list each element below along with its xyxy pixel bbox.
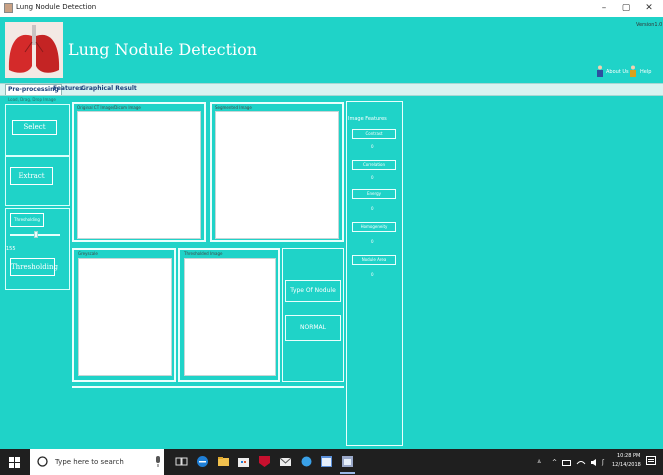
result-panel: Type Of Nodule NORMAL (282, 248, 344, 382)
thresholded-title: Thresholded Image (184, 251, 223, 256)
image-features-title: Image Features (348, 116, 387, 122)
store-icon[interactable] (237, 455, 250, 468)
battery-icon[interactable] (562, 459, 572, 467)
java-app-icon[interactable] (341, 455, 354, 468)
contrast-value: 0 (371, 144, 374, 149)
about-user-icon[interactable] (596, 65, 604, 77)
taskbar-search-input[interactable]: Type here to search (55, 458, 124, 466)
search-circle-icon (37, 456, 48, 467)
thresholded-panel: Thresholded Image (178, 248, 280, 382)
nodule-area-label: Nodule Area (352, 255, 396, 265)
greyscale-panel: Greyscale (72, 248, 176, 382)
homogeneity-value: 0 (371, 239, 374, 244)
segmented-image-view[interactable] (215, 111, 339, 239)
divider-line (72, 386, 344, 388)
threshold-value: 155 (6, 246, 16, 252)
microphone-icon[interactable] (154, 455, 162, 468)
tray-chevron-icon[interactable]: ^ (552, 459, 557, 466)
active-app-indicator (340, 472, 355, 474)
people-icon[interactable]: ♙ (537, 459, 541, 465)
correlation-label: Correlation (352, 160, 396, 170)
original-image-panel: Original CT Image/Dicom Image (72, 102, 206, 242)
version-label: Version1.0 (636, 22, 663, 28)
type-of-nodule-label: Type Of Nodule (285, 280, 341, 302)
task-view-icon[interactable] (175, 455, 188, 468)
edge-browser-icon[interactable] (196, 455, 209, 468)
original-image-view[interactable] (77, 111, 201, 239)
minimize-button[interactable]: – (598, 2, 610, 14)
mcafee-icon[interactable] (258, 455, 271, 468)
app-icon (4, 3, 13, 13)
greyscale-title: Greyscale (78, 251, 98, 256)
language-icon[interactable]: ʃ (602, 459, 604, 466)
volume-icon[interactable] (590, 458, 599, 467)
contrast-label: Contrast (352, 129, 396, 139)
original-image-title: Original CT Image/Dicom Image (77, 105, 141, 110)
help-user-icon[interactable] (629, 65, 637, 77)
segmented-image-title: Segmented Image (215, 105, 252, 110)
mail-icon[interactable] (279, 455, 292, 468)
threshold-slider-knob[interactable] (34, 231, 38, 238)
correlation-value: 0 (371, 175, 374, 180)
segmented-image-panel: Segmented Image (210, 102, 344, 242)
greyscale-image-view[interactable] (78, 258, 172, 376)
energy-value: 0 (371, 206, 374, 211)
file-explorer-icon[interactable] (217, 455, 230, 468)
clock-time[interactable]: 10:28 PM (617, 453, 640, 459)
lungs-logo-icon (5, 22, 63, 78)
select-button[interactable]: Select (12, 120, 57, 135)
extract-button[interactable]: Extract (10, 167, 53, 185)
thresholded-image-view[interactable] (184, 258, 276, 376)
thresholding-small-button[interactable]: Thresholding (10, 213, 44, 227)
about-us-link[interactable]: About Us (606, 69, 629, 75)
thresholding-button[interactable]: Thresholding (10, 258, 58, 276)
homogeneity-label: Homogeneity (352, 222, 396, 232)
nodule-result-value: NORMAL (285, 315, 341, 341)
energy-label: Energy (352, 189, 396, 199)
window-title-bar: Lung Nodule Detection – ▢ ✕ (0, 0, 663, 17)
app-name: Lung Nodule Detection (68, 40, 258, 59)
clock-date[interactable]: 12/14/2018 (612, 462, 641, 468)
window-title: Lung Nodule Detection (16, 3, 97, 11)
notifications-icon[interactable] (646, 456, 656, 467)
close-button[interactable]: ✕ (643, 2, 655, 14)
network-icon[interactable] (576, 458, 586, 467)
maximize-button[interactable]: ▢ (620, 2, 632, 14)
help-link[interactable]: Help (640, 69, 651, 75)
load-caption: Load, Drag, Drop Image (8, 97, 56, 102)
image-features-panel (346, 101, 403, 446)
nodule-area-value: 0 (371, 272, 374, 277)
app-window-icon[interactable] (320, 455, 333, 468)
tab-graphical-result[interactable]: Graphical Result (79, 84, 139, 94)
app-blue-icon[interactable] (300, 455, 313, 468)
windows-start-icon[interactable] (9, 457, 20, 468)
